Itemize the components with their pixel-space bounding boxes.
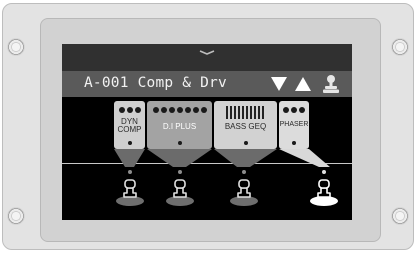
top-strip [62,44,352,71]
effect-label: PHASER [279,121,309,128]
screw-icon [391,38,409,56]
footswitch-2[interactable] [165,177,195,207]
knobs [147,107,212,113]
screw-icon [391,207,409,225]
screw-icon [7,207,25,225]
knobs [279,107,309,113]
title-bar: A-001 Comp & Drv [62,71,352,97]
footswitch-led [322,170,326,174]
screw-icon [7,38,25,56]
led-indicator [292,141,296,145]
lcd-screen: A-001 Comp & Drv DYN COMP D.I PLUS BASS … [62,44,352,220]
footswitch-1[interactable] [115,177,145,207]
connector-4 [279,149,330,167]
led-indicator [177,141,182,145]
effect-di-plus[interactable]: D.I PLUS [147,101,212,149]
patch-name[interactable]: A-001 Comp & Drv [84,75,227,91]
knobs [114,107,145,113]
effect-label: D.I PLUS [162,122,197,131]
connector-1 [114,149,145,167]
footswitch-4[interactable] [309,177,339,207]
connector-2 [147,149,212,167]
footswitch-led [128,170,132,174]
connector-3 [214,149,277,167]
led-indicator [243,141,248,145]
effect-dyn-comp[interactable]: DYN COMP [114,101,145,149]
effect-label: BASS GEQ [224,122,267,131]
chevron-down-icon[interactable] [199,50,215,55]
effect-phaser[interactable]: PHASER [279,101,309,149]
footswitch-3[interactable] [229,177,259,207]
tuner-icon[interactable] [322,74,340,94]
triangle-up-icon[interactable] [295,77,311,91]
effect-bass-geq[interactable]: BASS GEQ [214,101,277,149]
footswitch-led [178,170,182,174]
triangle-down-icon[interactable] [271,77,287,91]
led-indicator [127,141,132,145]
effect-label: DYN COMP [117,117,142,134]
eq-sliders [226,106,264,119]
effect-chain: DYN COMP D.I PLUS BASS GEQ PHASER [62,97,352,220]
footswitch-led [242,170,246,174]
